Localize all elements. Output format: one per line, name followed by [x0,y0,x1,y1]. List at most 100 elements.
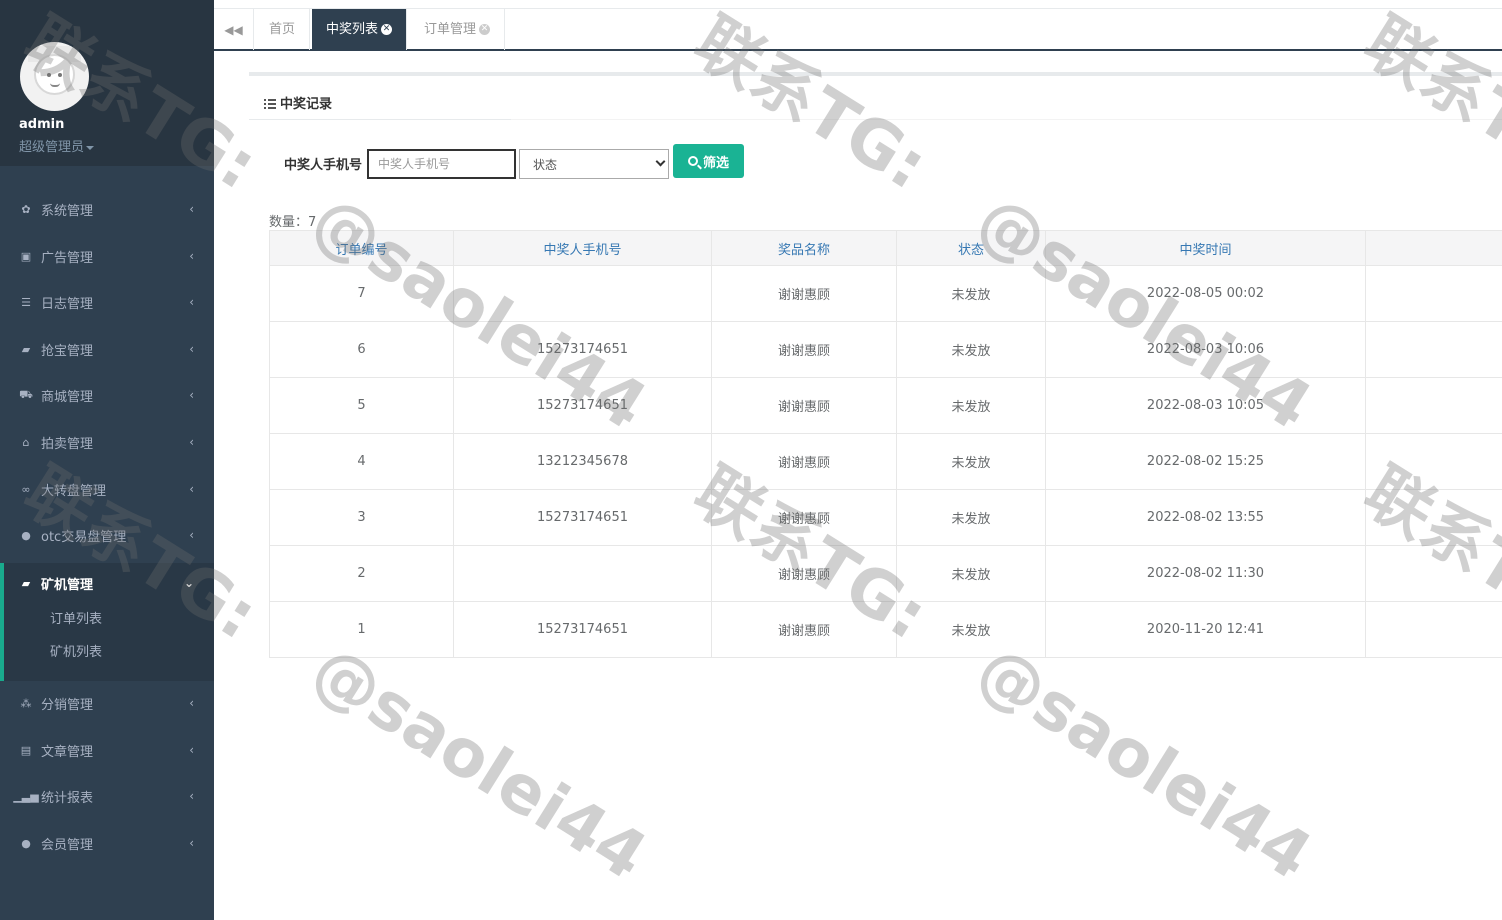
column-header-phone[interactable]: 中奖人手机号 [453,230,712,266]
table-row: 4 13212345678 谢谢惠顾 未发放 2022-08-02 15:25 [269,433,1502,490]
filter-button[interactable]: 筛选 [673,144,744,178]
column-header-status[interactable]: 状态 [896,230,1046,266]
cell-status: 未发放 [896,489,1046,546]
status-select[interactable]: 状态 [519,149,669,179]
table-header-row: 订单编号 中奖人手机号 奖品名称 状态 中奖时间 [269,230,1502,266]
cell-actions [1365,265,1502,322]
cell-status: 未发放 [896,601,1046,658]
sidebar-item-label: otc交易盘管理 [41,529,127,545]
tab-home[interactable]: 首页 [255,9,311,50]
archive-icon: ▤ [20,743,32,757]
filter-label: 中奖人手机号 [284,158,363,173]
sidebar-item-label: 抢宝管理 [41,343,94,359]
divider [249,119,511,120]
chevron-left-icon: ‹ [189,696,194,710]
sidebar-item-articles[interactable]: ▤ 文章管理 ‹ [0,730,214,770]
cell-actions [1365,321,1502,378]
cell-win-time: 2022-08-02 15:25 [1045,433,1366,490]
cell-actions [1365,601,1502,658]
cell-actions [1365,545,1502,602]
search-icon [687,156,698,166]
close-icon[interactable]: ✕ [381,24,393,35]
book-icon: ▰ [21,342,31,356]
column-header-order-id[interactable]: 订单编号 [269,230,454,266]
cell-win-time: 2020-11-20 12:41 [1045,601,1366,658]
chevron-left-icon: ‹ [189,528,194,542]
avatar[interactable] [20,42,89,111]
sidebar-item-wheel[interactable]: ∞ 大转盘管理 ‹ [0,469,214,509]
table-row: 3 15273174651 谢谢惠顾 未发放 2022-08-02 13:55 [269,489,1502,546]
chevron-left-icon: ‹ [189,342,194,356]
list-icon [264,99,276,109]
phone-search-input[interactable] [367,149,516,179]
column-header-actions [1365,230,1502,266]
sidebar-item-label: 日志管理 [41,296,94,312]
cell-prize: 谢谢惠顾 [711,489,897,546]
tab-winner-list[interactable]: 中奖列表 ✕ [312,9,408,50]
cell-phone: 15273174651 [453,321,712,378]
chevron-left-icon: ‹ [189,388,194,402]
cell-prize: 谢谢惠顾 [711,377,897,434]
sidebar-item-snatch[interactable]: ▰ 抢宝管理 ‹ [0,329,214,369]
tab-order-management[interactable]: 订单管理 ✕ [410,9,506,50]
cell-status: 未发放 [896,321,1046,378]
chevron-down-icon [655,156,666,167]
table-row: 2 谢谢惠顾 未发放 2022-08-02 11:30 [269,545,1502,602]
winner-records-table: 订单编号 中奖人手机号 奖品名称 状态 中奖时间 7 谢谢惠顾 未发放 2022… [269,230,1502,658]
sidebar-item-auction[interactable]: ⌂ 拍卖管理 ‹ [0,422,214,462]
column-header-prize[interactable]: 奖品名称 [711,230,897,266]
panel-title: 中奖记录 [264,93,332,112]
sidebar-item-reports[interactable]: ▁▃▅ 统计报表 ‹ [0,776,214,816]
sidebar-item-distribution[interactable]: ⁂ 分销管理 ‹ [0,683,214,723]
cell-status: 未发放 [896,377,1046,434]
cell-order-id: 7 [269,265,454,322]
user-role-label: 超级管理员 [19,140,85,155]
backward-icon[interactable]: ◀◀ [214,9,254,50]
profile-area: admin 超级管理员 [0,0,214,166]
chevron-left-icon: ‹ [189,249,194,263]
user-role-dropdown[interactable]: 超级管理员 [19,136,95,155]
submenu-item-orders[interactable]: 订单列表 [4,603,214,636]
submenu-item-miners[interactable]: 矿机列表 [4,636,214,669]
chevron-left-icon: ‹ [189,435,194,449]
user-name: admin [19,117,65,132]
cubes-icon: ⁂ [20,696,32,710]
image-icon: ▣ [20,249,32,263]
record-count-value: 7 [308,215,317,230]
cell-phone: 15273174651 [453,377,712,434]
list-icon: ☰ [21,295,31,309]
tab-label: 订单管理 [424,22,477,37]
cell-phone [453,545,712,602]
cell-phone [453,265,712,322]
sidebar-item-label: 统计报表 [41,790,94,806]
cell-order-id: 5 [269,377,454,434]
chevron-left-icon: ‹ [189,295,194,309]
sidebar: admin 超级管理员 ✿ 系统管理 ‹ ▣ 广告管理 ‹ ☰ 日志管理 ‹ ▰… [0,0,214,920]
cell-order-id: 2 [269,545,454,602]
sidebar-item-label: 分销管理 [41,697,94,713]
sidebar-item-mining[interactable]: ▰ 矿机管理 ⌄ [0,563,214,603]
sidebar-item-label: 矿机管理 [41,577,94,593]
cell-prize: 谢谢惠顾 [711,545,897,602]
sidebar-item-otc[interactable]: ● otc交易盘管理 ‹ [0,515,214,555]
column-header-win-time[interactable]: 中奖时间 [1045,230,1366,266]
user-icon: ● [21,836,31,850]
chevron-left-icon: ‹ [189,482,194,496]
signal-icon: ▁▃▅ [13,789,39,803]
sidebar-item-ads[interactable]: ▣ 广告管理 ‹ [0,236,214,276]
cell-phone: 15273174651 [453,489,712,546]
cell-actions [1365,489,1502,546]
sidebar-item-logs[interactable]: ☰ 日志管理 ‹ [0,282,214,322]
main-content: 中奖记录 中奖人手机号 状态 筛选 数量：7 订单编号 中奖人手机号 奖品名称 … [214,51,1502,920]
cell-prize: 谢谢惠顾 [711,433,897,490]
sidebar-item-members[interactable]: ● 会员管理 ‹ [0,823,214,863]
close-icon[interactable]: ✕ [479,24,491,35]
table-row: 5 15273174651 谢谢惠顾 未发放 2022-08-03 10:05 [269,377,1502,434]
chevron-left-icon: ‹ [189,836,194,850]
cell-order-id: 4 [269,433,454,490]
sidebar-item-mall[interactable]: ⛟ 商城管理 ‹ [0,375,214,415]
table-row: 6 15273174651 谢谢惠顾 未发放 2022-08-03 10:06 [269,321,1502,378]
sidebar-item-system[interactable]: ✿ 系统管理 ‹ [0,189,214,229]
tab-label: 首页 [269,22,296,37]
filter-button-label: 筛选 [702,155,729,171]
